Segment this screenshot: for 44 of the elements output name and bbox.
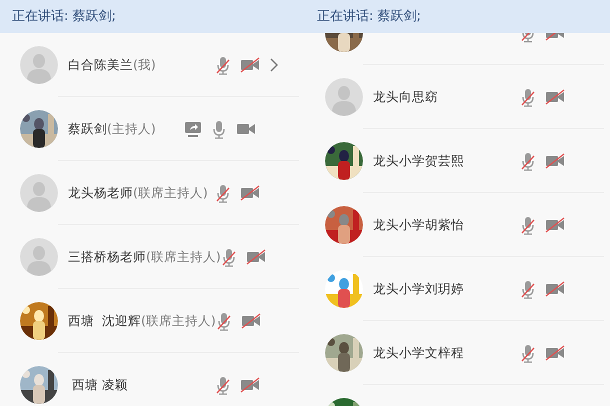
video-camera-icon[interactable] [236,121,256,137]
video-off-icon[interactable] [240,57,260,73]
muted-microphone-icon[interactable] [520,88,536,106]
muted-microphone-icon[interactable] [520,216,536,234]
participant-name: 龙头小学贺芸熙 [373,152,464,170]
participant-name: 三搭桥杨老师 [68,248,146,266]
video-off-icon[interactable] [545,33,565,41]
muted-microphone-icon[interactable] [216,312,232,330]
video-off-icon[interactable] [545,153,565,169]
participant-role: (联席主持人) [140,312,216,330]
video-off-icon[interactable] [240,313,261,329]
participant-name: 蔡跃剑 [68,120,107,138]
video-off-icon[interactable] [246,249,266,265]
participant-name: 龙头小学胡紫怡 [373,216,464,234]
muted-microphone-icon[interactable] [215,56,231,74]
chevron-right-icon[interactable] [269,58,279,72]
participant-name: 龙头向思窈 [373,88,438,106]
participant-role: (联席主持人) [133,184,208,202]
participant-name: 西塘 凌颖 [70,376,128,394]
speaking-banner: 正在讲话: 蔡跃剑; [305,0,610,33]
video-off-icon[interactable] [545,281,565,297]
participant-name: 西塘 沈迎辉 [68,312,141,330]
muted-microphone-icon[interactable] [520,344,536,362]
participant-name: 白合陈美兰 [68,56,133,74]
participant-role: (主持人) [107,120,156,138]
video-off-icon[interactable] [545,345,565,361]
muted-microphone-icon[interactable] [215,376,231,394]
video-off-icon[interactable] [545,217,565,233]
video-off-icon[interactable] [240,185,260,201]
muted-microphone-icon[interactable] [220,248,237,266]
participant-role: (联席主持人) [146,248,221,266]
video-off-icon[interactable] [545,89,565,105]
muted-microphone-icon[interactable] [520,152,536,170]
speaking-banner: 正在讲话: 蔡跃剑; [0,0,305,33]
participant-role: (我) [133,56,156,74]
video-off-icon[interactable] [240,377,260,393]
muted-microphone-icon[interactable] [215,184,231,202]
participant-name: 龙头杨老师 [68,184,133,202]
participant-name: 龙头小学文梓程 [373,344,464,362]
microphone-icon[interactable] [211,120,227,138]
participant-name: 龙头小学刘玥婷 [373,280,464,298]
muted-microphone-icon[interactable] [520,280,536,298]
muted-microphone-icon[interactable] [520,33,536,42]
screen-share-icon[interactable] [184,120,202,138]
